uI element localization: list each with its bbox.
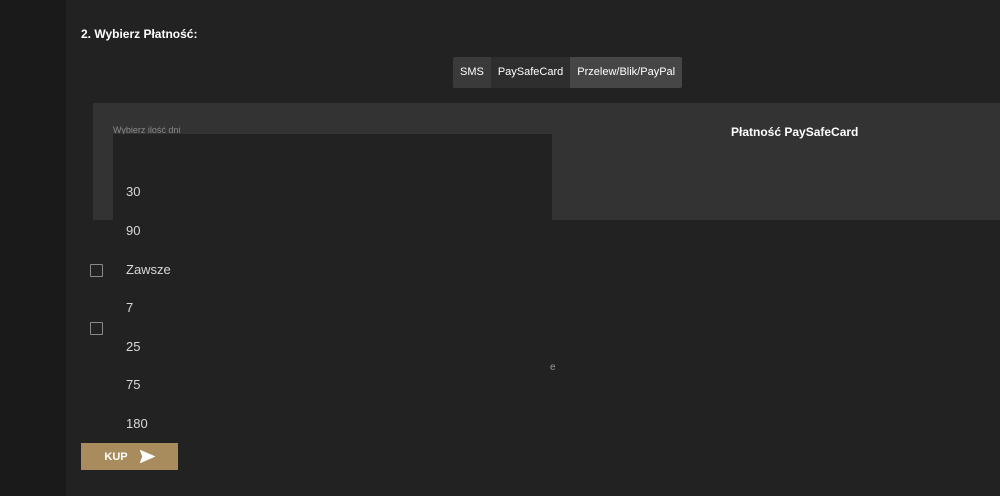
dropdown-option-180[interactable]: 180: [126, 416, 148, 431]
dropdown-option-75[interactable]: 75: [126, 377, 140, 392]
buy-button-label: KUP: [104, 450, 128, 463]
tab-sms[interactable]: SMS: [453, 57, 491, 88]
dropdown-option-90[interactable]: 90: [126, 223, 140, 238]
send-icon: [139, 450, 155, 463]
payment-method-tabs: SMS PaySafeCard Przelew/Blik/PayPal: [453, 57, 683, 88]
payment-title: Płatność PaySafeCard: [731, 125, 859, 139]
dropdown-option-zawsze[interactable]: Zawsze: [126, 262, 171, 277]
days-dropdown-list[interactable]: [113, 134, 552, 446]
tab-przelew-blik-paypal[interactable]: Przelew/Blik/PayPal: [570, 57, 683, 88]
tab-paysafecard[interactable]: PaySafeCard: [490, 57, 571, 88]
buy-button[interactable]: KUP: [81, 443, 178, 470]
section-title: 2. Wybierz Płatność:: [81, 27, 198, 41]
left-sidebar-strip: [0, 0, 66, 496]
dropdown-option-7[interactable]: 7: [126, 300, 133, 315]
partial-text: e: [550, 362, 556, 373]
dropdown-option-25[interactable]: 25: [126, 339, 140, 354]
checkbox-1[interactable]: [90, 264, 103, 277]
dropdown-option-30[interactable]: 30: [126, 184, 140, 199]
checkbox-2[interactable]: [90, 322, 103, 335]
